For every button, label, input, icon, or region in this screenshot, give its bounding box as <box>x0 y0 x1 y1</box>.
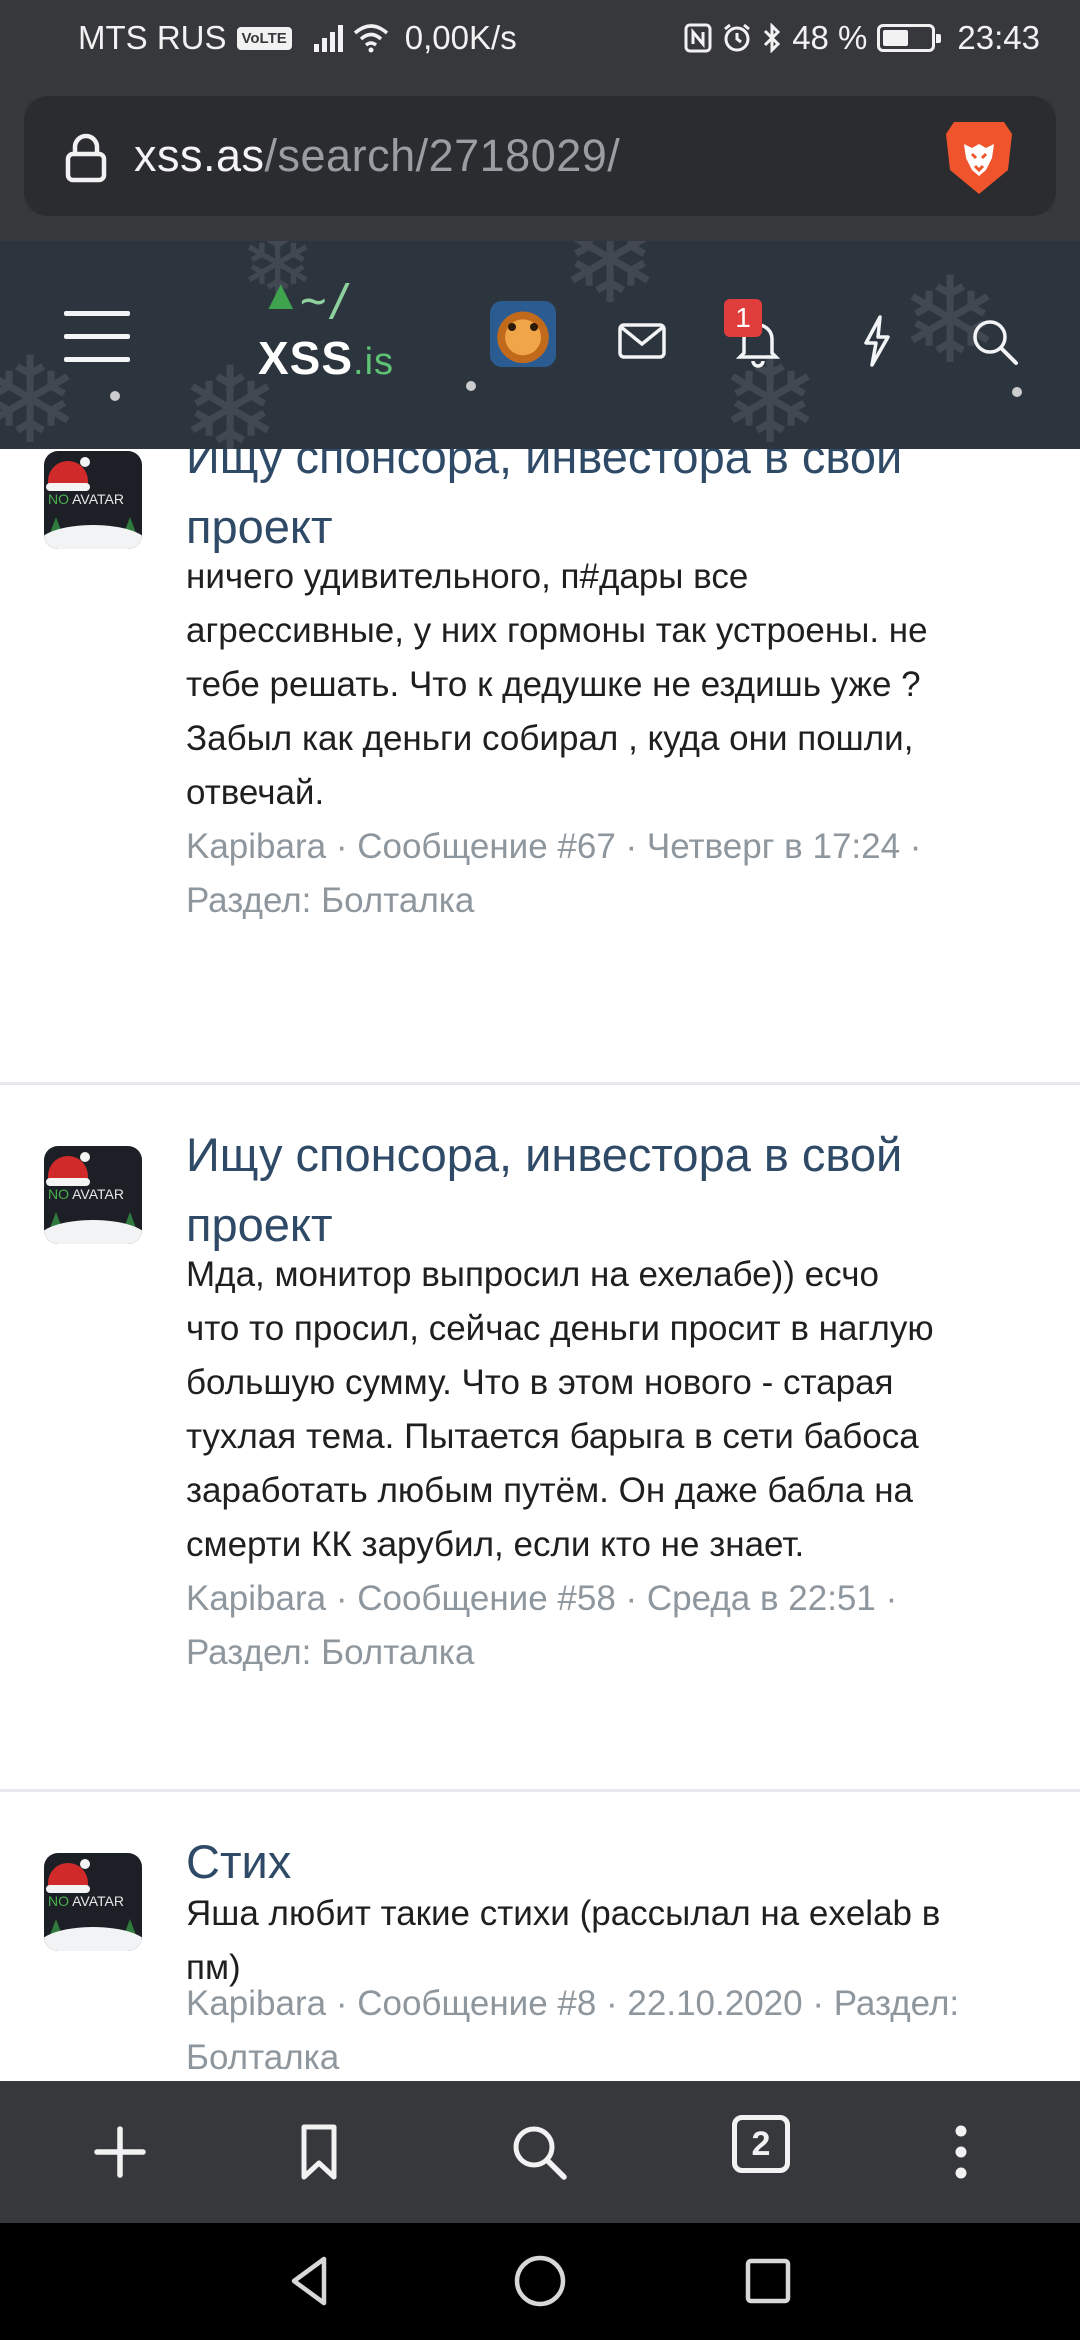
url-path: /search/2718029/ <box>264 130 621 181</box>
bluetooth-icon <box>764 23 781 53</box>
result-meta: Kapibara · Сообщение #67 · Четверг в 17:… <box>186 827 922 920</box>
search-result: NO AVATAR Ищу спонсора, инвестора в свой… <box>0 1085 1080 1792</box>
notification-badge: 1 <box>724 299 762 337</box>
result-meta: Kapibara · Сообщение #8 · 22.10.2020 · Р… <box>186 1984 960 2077</box>
tabs-count-button[interactable]: 2 <box>732 2115 790 2173</box>
alarm-icon <box>724 23 751 52</box>
user-avatar[interactable] <box>490 301 556 367</box>
nfc-icon <box>684 23 712 53</box>
lock-icon[interactable] <box>60 132 112 184</box>
url-host: xss.as <box>134 130 265 181</box>
site-header: ❄ ❄ ❄ ❄ ❄ ❄ ▲ ~/ XSS.is 1 <box>0 241 1080 449</box>
browser-url-area: xss.as/search/2718029/ <box>0 76 1080 241</box>
clock: 23:43 <box>957 19 1040 56</box>
search-results: NO AVATAR Ищу спонсора, инвестора в свой… <box>0 449 1080 2081</box>
snow-dot <box>110 391 120 401</box>
site-logo[interactable]: ▲ ~/ XSS.is <box>258 271 398 411</box>
search-icon[interactable] <box>964 311 1024 371</box>
search-result: NO AVATAR Стих Яша любит такие стихи (ра… <box>0 1792 1080 2081</box>
plus-icon[interactable] <box>85 2117 155 2187</box>
volte-indicator: VoLTE <box>236 26 292 50</box>
network-speed: 0,00K/s <box>404 19 517 56</box>
search-icon[interactable] <box>504 2117 574 2187</box>
address-bar[interactable]: xss.as/search/2718029/ <box>24 96 1056 216</box>
home-icon[interactable] <box>508 2249 572 2313</box>
christmas-tree-icon: ▲ <box>260 271 302 318</box>
bookmark-icon[interactable] <box>284 2117 354 2187</box>
no-avatar-image: NO AVATAR <box>44 451 142 549</box>
no-avatar-image: NO AVATAR <box>44 1853 142 1951</box>
hamburger-menu-icon[interactable] <box>64 311 130 363</box>
lightning-icon[interactable] <box>846 311 906 371</box>
system-navigation-bar <box>0 2223 1080 2340</box>
recents-icon[interactable] <box>736 2249 800 2313</box>
result-snippet: Мда, монитор выпросил на ехелабе)) есчо … <box>186 1255 934 1564</box>
snow-dot <box>1012 387 1022 397</box>
wifi-icon <box>353 24 388 53</box>
url-text[interactable]: xss.as/search/2718029/ <box>134 96 620 216</box>
search-result: NO AVATAR Ищу спонсора, инвестора в свой… <box>0 449 1080 1085</box>
status-bar: MTS RUS VoLTE 0,00K/s 48 % 23:43 <box>0 0 1080 76</box>
result-title-link[interactable]: Ищу спонсора, инвестора в свой проект <box>186 449 1046 562</box>
back-icon[interactable] <box>278 2249 342 2313</box>
result-snippet: ничего удивительного, п#дары все агресси… <box>186 557 928 812</box>
kebab-menu-icon[interactable] <box>926 2117 996 2187</box>
logo-name: XSS.is <box>258 332 395 384</box>
carrier-name: MTS RUS <box>78 19 227 56</box>
result-title-link[interactable]: Ищу спонсора, инвестора в свой проект <box>186 1120 1046 1260</box>
no-avatar-image: NO AVATAR <box>44 1146 142 1244</box>
snowflake-decoration: ❄ <box>560 241 661 328</box>
result-meta: Kapibara · Сообщение #58 · Среда в 22:51… <box>186 1579 898 1672</box>
browser-toolbar: 2 <box>0 2081 1080 2223</box>
battery-percent: 48 % <box>792 19 868 56</box>
logo-tilde: ~/ <box>300 275 353 326</box>
signal-strength-icon <box>313 24 343 52</box>
battery-icon <box>877 24 942 52</box>
brave-lion-icon[interactable] <box>942 118 1016 198</box>
snow-dot <box>466 381 476 391</box>
envelope-icon[interactable] <box>612 311 672 371</box>
